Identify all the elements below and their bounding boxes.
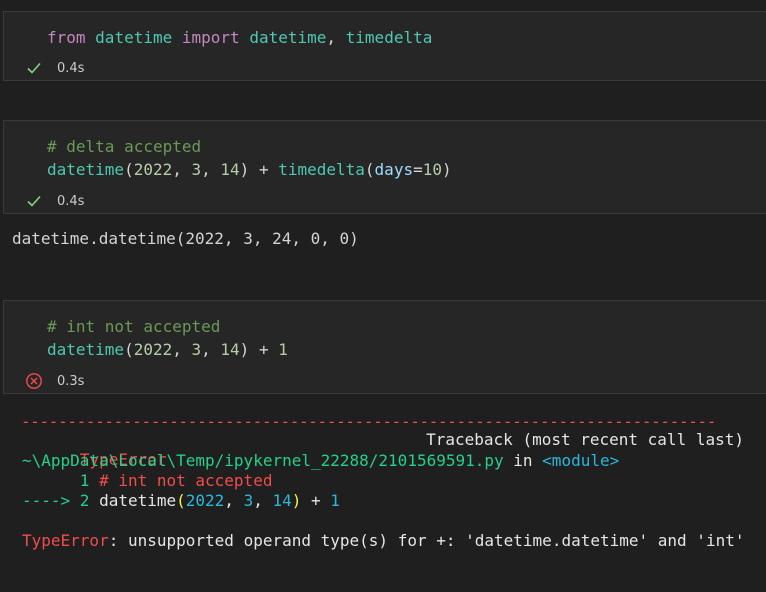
traceback-location: ~\AppData\Local\Temp/ipykernel_22288/210… bbox=[22, 451, 620, 470]
cell-status: 0.4s bbox=[25, 58, 84, 78]
file-path[interactable]: ~\AppData\Local\Temp/ipykernel_22288/210… bbox=[22, 451, 504, 470]
cell-output: datetime.datetime(2022, 3, 24, 0, 0) bbox=[12, 229, 359, 248]
code-line[interactable]: from datetime import datetime, timedelta bbox=[47, 26, 432, 49]
code-cell-delta[interactable]: # delta accepted datetime(2022, 3, 14) +… bbox=[3, 120, 766, 214]
module-name: <module> bbox=[542, 451, 620, 470]
code-comment[interactable]: # delta accepted bbox=[47, 135, 201, 158]
traceback-title: Traceback (most recent call last) bbox=[426, 430, 744, 449]
code-line[interactable]: datetime(2022, 3, 14) + 1 bbox=[47, 338, 288, 361]
error-message: TypeError: unsupported operand type(s) f… bbox=[22, 531, 745, 550]
check-icon bbox=[25, 59, 43, 77]
code-line[interactable]: datetime(2022, 3, 14) + timedelta(days=1… bbox=[47, 158, 452, 181]
traceback-separator: ----------------------------------------… bbox=[21, 412, 717, 431]
traceback-error-line: ----> 2 datetime(2022, 3, 14) + 1 bbox=[22, 491, 340, 510]
execution-time: 0.4s bbox=[57, 60, 85, 76]
error-circle-icon bbox=[25, 372, 43, 390]
execution-time: 0.4s bbox=[57, 193, 85, 209]
code-cell-import[interactable]: from datetime import datetime, timedelta… bbox=[3, 11, 766, 81]
execution-time: 0.3s bbox=[57, 373, 85, 389]
notebook-page: from datetime import datetime, timedelta… bbox=[0, 0, 766, 592]
cell-status: 0.3s bbox=[25, 371, 84, 391]
cell-status: 0.4s bbox=[25, 191, 84, 211]
traceback-line: 1 # int not accepted bbox=[22, 471, 273, 490]
error-arrow: ----> 2 bbox=[22, 491, 100, 510]
code-comment[interactable]: # int not accepted bbox=[47, 315, 220, 338]
code-cell-int[interactable]: # int not accepted datetime(2022, 3, 14)… bbox=[3, 300, 766, 394]
check-icon bbox=[25, 192, 43, 210]
